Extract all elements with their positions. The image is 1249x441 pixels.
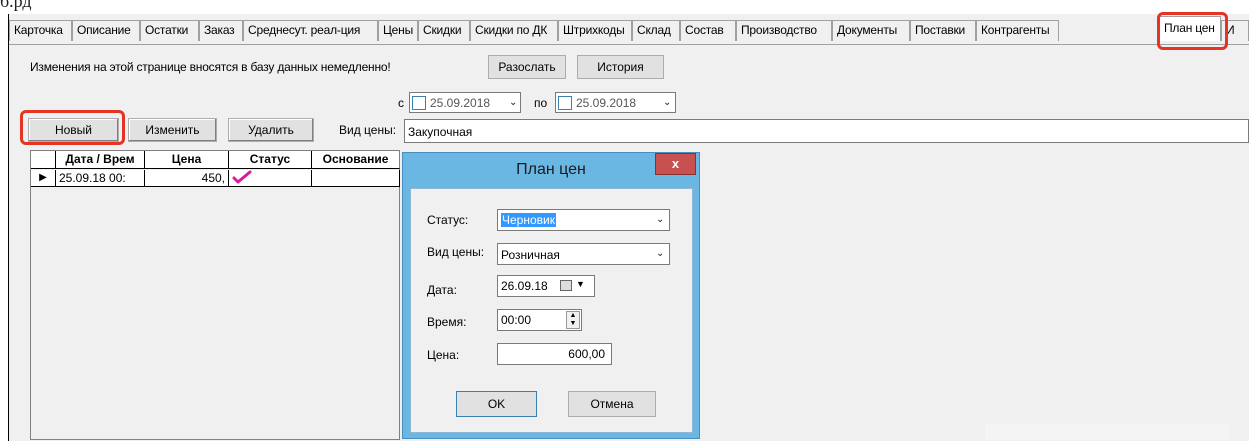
- tab-divider: [9, 44, 1249, 45]
- price-plan-dialog: План цен x Статус: Черновик ⌄ Вид цены: …: [402, 152, 700, 439]
- tab-documents[interactable]: Документы: [832, 20, 910, 41]
- edit-button[interactable]: Изменить: [128, 118, 217, 142]
- tab-barcodes[interactable]: Штрихкоды: [558, 20, 632, 41]
- tab-discounts[interactable]: Скидки: [418, 20, 470, 41]
- tab-contractors[interactable]: Контрагенты: [976, 20, 1059, 41]
- tab-warehouse[interactable]: Склад: [632, 20, 680, 41]
- time-spinner[interactable]: 00:00 ▲ ▼: [497, 309, 582, 331]
- history-button[interactable]: История: [577, 55, 664, 79]
- price-type-value: Закупочная: [408, 125, 473, 139]
- highlight-new-button: [20, 110, 125, 145]
- tab-production[interactable]: Производство: [736, 20, 832, 41]
- price-label: Цена:: [427, 348, 460, 362]
- row-pointer-icon: ▶: [31, 170, 56, 187]
- cancel-button[interactable]: Отмена: [568, 391, 656, 417]
- column-header-status[interactable]: Статус: [229, 151, 312, 169]
- highlight-tab-price-plan: [1157, 12, 1228, 50]
- send-button[interactable]: Разослать: [488, 55, 566, 79]
- time-label: Время:: [427, 315, 467, 329]
- tab-description[interactable]: Описание: [72, 20, 140, 41]
- ok-button[interactable]: OK: [456, 391, 537, 417]
- row-header-corner: [31, 151, 56, 169]
- tab-stock[interactable]: Остатки: [140, 20, 199, 41]
- date-from-label: с: [398, 96, 404, 110]
- calendar-icon[interactable]: [560, 280, 572, 291]
- status-value: Черновик: [501, 213, 556, 227]
- date-to-picker[interactable]: 25.09.2018 ⌄: [555, 92, 676, 113]
- price-plan-table[interactable]: Дата / Врем Цена Статус Основание ▶ 25.0…: [30, 150, 400, 440]
- tab-prices[interactable]: Цены: [378, 20, 418, 41]
- table-cell-date[interactable]: 25.09.18 00:: [56, 170, 145, 187]
- date-from-checkbox[interactable]: [412, 96, 426, 110]
- dropdown-arrow-icon[interactable]: ▼: [576, 279, 585, 289]
- tab-order[interactable]: Заказ: [199, 20, 243, 41]
- price-type-field[interactable]: Закупочная: [404, 119, 1249, 143]
- date-to-checkbox[interactable]: [558, 96, 572, 110]
- date-from-picker[interactable]: 25.09.2018 ⌄: [409, 92, 521, 113]
- blurred-area: [985, 424, 1229, 440]
- status-label: Статус:: [427, 213, 469, 227]
- date-label: Дата:: [427, 283, 457, 297]
- price-input[interactable]: 600,00: [497, 343, 612, 365]
- checkmark-icon: [232, 170, 252, 184]
- tab-avg-sales[interactable]: Среднесут. реал-ция: [243, 20, 378, 41]
- chevron-down-icon[interactable]: ⌄: [509, 97, 517, 108]
- price-type-dialog-label: Вид цены:: [427, 245, 485, 259]
- chevron-down-icon[interactable]: ⌄: [656, 214, 664, 225]
- price-value: 600,00: [568, 347, 605, 361]
- date-to-label: по: [534, 96, 548, 110]
- price-type-dialog-value: Розничная: [501, 248, 560, 262]
- tab-card-discounts[interactable]: Скидки по ДК: [470, 20, 558, 41]
- table-cell-reason[interactable]: [312, 170, 400, 187]
- time-value: 00:00: [501, 313, 532, 327]
- column-header-date[interactable]: Дата / Врем: [56, 151, 145, 169]
- price-type-label: Вид цены:: [339, 123, 397, 137]
- header-snippet: б.рд: [0, 0, 32, 11]
- spin-buttons-icon[interactable]: ▲ ▼: [566, 311, 580, 329]
- tab-composition[interactable]: Состав: [680, 20, 736, 41]
- date-from-value: 25.09.2018: [430, 96, 491, 110]
- chevron-down-icon[interactable]: ⌄: [663, 97, 671, 108]
- price-type-select[interactable]: Розничная ⌄: [497, 243, 670, 265]
- date-to-value: 25.09.2018: [576, 96, 637, 110]
- date-picker[interactable]: 26.09.18 ▼: [497, 275, 595, 297]
- status-select[interactable]: Черновик ⌄: [497, 209, 670, 231]
- info-message: Изменения на этой странице вносятся в ба…: [30, 60, 391, 74]
- tab-supplies[interactable]: Поставки: [910, 20, 976, 41]
- tab-card[interactable]: Карточка: [9, 20, 72, 41]
- column-header-price[interactable]: Цена: [145, 151, 229, 169]
- column-header-reason[interactable]: Основание: [312, 151, 400, 169]
- chevron-down-icon[interactable]: ⌄: [656, 248, 664, 259]
- tab-bar: Карточка Описание Остатки Заказ Среднесу…: [9, 16, 1249, 44]
- table-cell-price[interactable]: 450,: [145, 170, 229, 187]
- dialog-body: Статус: Черновик ⌄ Вид цены: Розничная ⌄…: [410, 188, 693, 433]
- delete-button[interactable]: Удалить: [228, 118, 314, 142]
- date-value: 26.09.18: [501, 279, 548, 293]
- table-cell-status[interactable]: [229, 170, 312, 187]
- close-button[interactable]: x: [655, 153, 696, 175]
